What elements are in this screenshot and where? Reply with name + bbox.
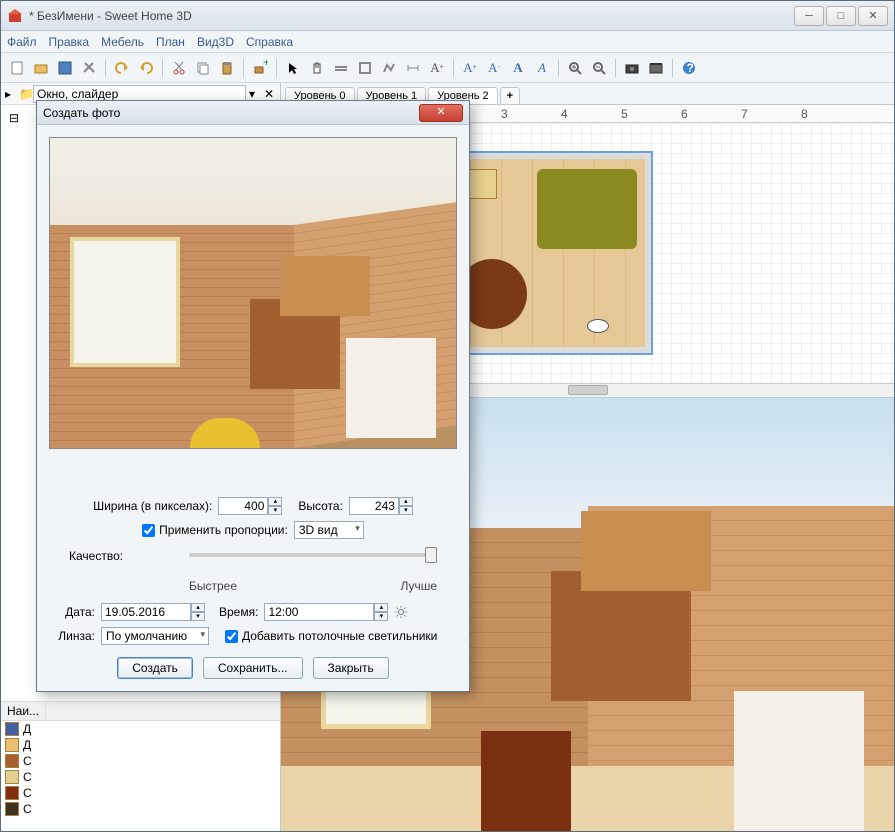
menu-file[interactable]: Файл bbox=[7, 35, 37, 49]
list-item[interactable]: Д bbox=[1, 737, 280, 753]
close-button[interactable]: ✕ bbox=[858, 6, 888, 26]
lens-label: Линза: bbox=[49, 629, 95, 643]
add-furniture-icon[interactable]: + bbox=[250, 58, 270, 78]
ratio-combo[interactable]: 3D вид bbox=[294, 521, 364, 539]
window-title: * БезИмени - Sweet Home 3D bbox=[29, 9, 794, 23]
toolbar: + A+ A+ A- A A ? bbox=[1, 53, 894, 83]
dialog-close-button[interactable]: ✕ bbox=[419, 104, 463, 122]
time-input[interactable] bbox=[264, 603, 374, 621]
time-label: Время: bbox=[219, 605, 258, 619]
list-item[interactable]: С bbox=[1, 801, 280, 817]
help-icon[interactable]: ? bbox=[679, 58, 699, 78]
width-input[interactable] bbox=[218, 497, 268, 515]
pan-tool-icon[interactable] bbox=[307, 58, 327, 78]
zoom-out-icon[interactable] bbox=[589, 58, 609, 78]
folder-icon: 📁 bbox=[19, 87, 33, 101]
app-icon bbox=[7, 8, 23, 24]
cut-icon[interactable] bbox=[169, 58, 189, 78]
text-minus-icon[interactable]: A- bbox=[484, 58, 504, 78]
preferences-icon[interactable] bbox=[79, 58, 99, 78]
paste-icon[interactable] bbox=[217, 58, 237, 78]
maximize-button[interactable]: □ bbox=[826, 6, 856, 26]
video-icon[interactable] bbox=[646, 58, 666, 78]
copy-icon[interactable] bbox=[193, 58, 213, 78]
titlebar: * БезИмени - Sweet Home 3D ─ □ ✕ bbox=[1, 1, 894, 31]
open-icon[interactable] bbox=[31, 58, 51, 78]
ceiling-lights-checkbox[interactable]: Добавить потолочные светильники bbox=[225, 629, 437, 643]
svg-text:+: + bbox=[263, 60, 268, 69]
date-spinner[interactable]: ▴▾ bbox=[191, 603, 205, 621]
create-button[interactable]: Создать bbox=[117, 657, 193, 679]
quality-fast-label: Быстрее bbox=[189, 579, 237, 593]
dimension-tool-icon[interactable] bbox=[403, 58, 423, 78]
bold-icon[interactable]: A bbox=[508, 58, 528, 78]
time-spinner[interactable]: ▴▾ bbox=[374, 603, 388, 621]
furniture-col-name[interactable]: Наи... bbox=[1, 702, 46, 720]
dialog-title: Создать фото bbox=[43, 106, 419, 120]
wall-tool-icon[interactable] bbox=[331, 58, 351, 78]
lens-combo[interactable]: По умолчанию bbox=[101, 627, 209, 645]
date-input[interactable] bbox=[101, 603, 191, 621]
catalog-dropdown-icon[interactable]: ▾ bbox=[246, 87, 258, 101]
list-item[interactable]: С bbox=[1, 753, 280, 769]
menubar: Файл Правка Мебель План Вид3D Справка bbox=[1, 31, 894, 53]
room-tool-icon[interactable] bbox=[355, 58, 375, 78]
quality-slider-track[interactable] bbox=[189, 553, 437, 557]
tab-add[interactable]: + bbox=[500, 87, 520, 104]
width-spinner[interactable]: ▴▾ bbox=[268, 497, 282, 515]
list-item[interactable]: С bbox=[1, 769, 280, 785]
photo-preview bbox=[49, 137, 457, 449]
quality-slider-thumb[interactable] bbox=[425, 547, 437, 563]
camera-marker-icon[interactable] bbox=[587, 319, 609, 333]
date-label: Дата: bbox=[49, 605, 95, 619]
menu-plan[interactable]: План bbox=[156, 35, 185, 49]
minimize-button[interactable]: ─ bbox=[794, 6, 824, 26]
width-label: Ширина (в пикселах): bbox=[93, 499, 212, 513]
height-input[interactable] bbox=[349, 497, 399, 515]
list-item[interactable]: Д bbox=[1, 721, 280, 737]
new-icon[interactable] bbox=[7, 58, 27, 78]
list-item[interactable]: С bbox=[1, 785, 280, 801]
italic-icon[interactable]: A bbox=[532, 58, 552, 78]
furniture-list: Наи... Д Д С С С С bbox=[1, 701, 280, 831]
redo-icon[interactable] bbox=[136, 58, 156, 78]
save-icon[interactable] bbox=[55, 58, 75, 78]
photo-icon[interactable] bbox=[622, 58, 642, 78]
menu-help[interactable]: Справка bbox=[246, 35, 293, 49]
apply-ratio-checkbox[interactable]: Применить пропорции: bbox=[142, 523, 288, 537]
sun-icon[interactable] bbox=[394, 605, 408, 619]
menu-view3d[interactable]: Вид3D bbox=[197, 35, 234, 49]
quality-best-label: Лучше bbox=[400, 579, 437, 593]
height-spinner[interactable]: ▴▾ bbox=[399, 497, 413, 515]
furniture-item[interactable] bbox=[537, 169, 637, 249]
main-window: * БезИмени - Sweet Home 3D ─ □ ✕ Файл Пр… bbox=[0, 0, 895, 832]
text-tool-icon[interactable]: A+ bbox=[427, 58, 447, 78]
dialog-titlebar[interactable]: Создать фото ✕ bbox=[37, 101, 469, 125]
close-dialog-button[interactable]: Закрыть bbox=[313, 657, 389, 679]
undo-icon[interactable] bbox=[112, 58, 132, 78]
menu-edit[interactable]: Правка bbox=[49, 35, 90, 49]
polyline-tool-icon[interactable] bbox=[379, 58, 399, 78]
text-plus-icon[interactable]: A+ bbox=[460, 58, 480, 78]
quality-label: Качество: bbox=[69, 549, 123, 563]
svg-text:?: ? bbox=[687, 61, 694, 75]
save-button[interactable]: Сохранить... bbox=[203, 657, 303, 679]
create-photo-dialog: Создать фото ✕ Ширина (в пикселах): ▴▾ bbox=[36, 100, 470, 692]
height-label: Высота: bbox=[298, 499, 343, 513]
tree-toggle-icon[interactable]: ▸ bbox=[5, 87, 19, 101]
select-tool-icon[interactable] bbox=[283, 58, 303, 78]
catalog-clear-icon[interactable]: ✕ bbox=[262, 87, 276, 101]
menu-furniture[interactable]: Мебель bbox=[101, 35, 144, 49]
zoom-in-icon[interactable] bbox=[565, 58, 585, 78]
